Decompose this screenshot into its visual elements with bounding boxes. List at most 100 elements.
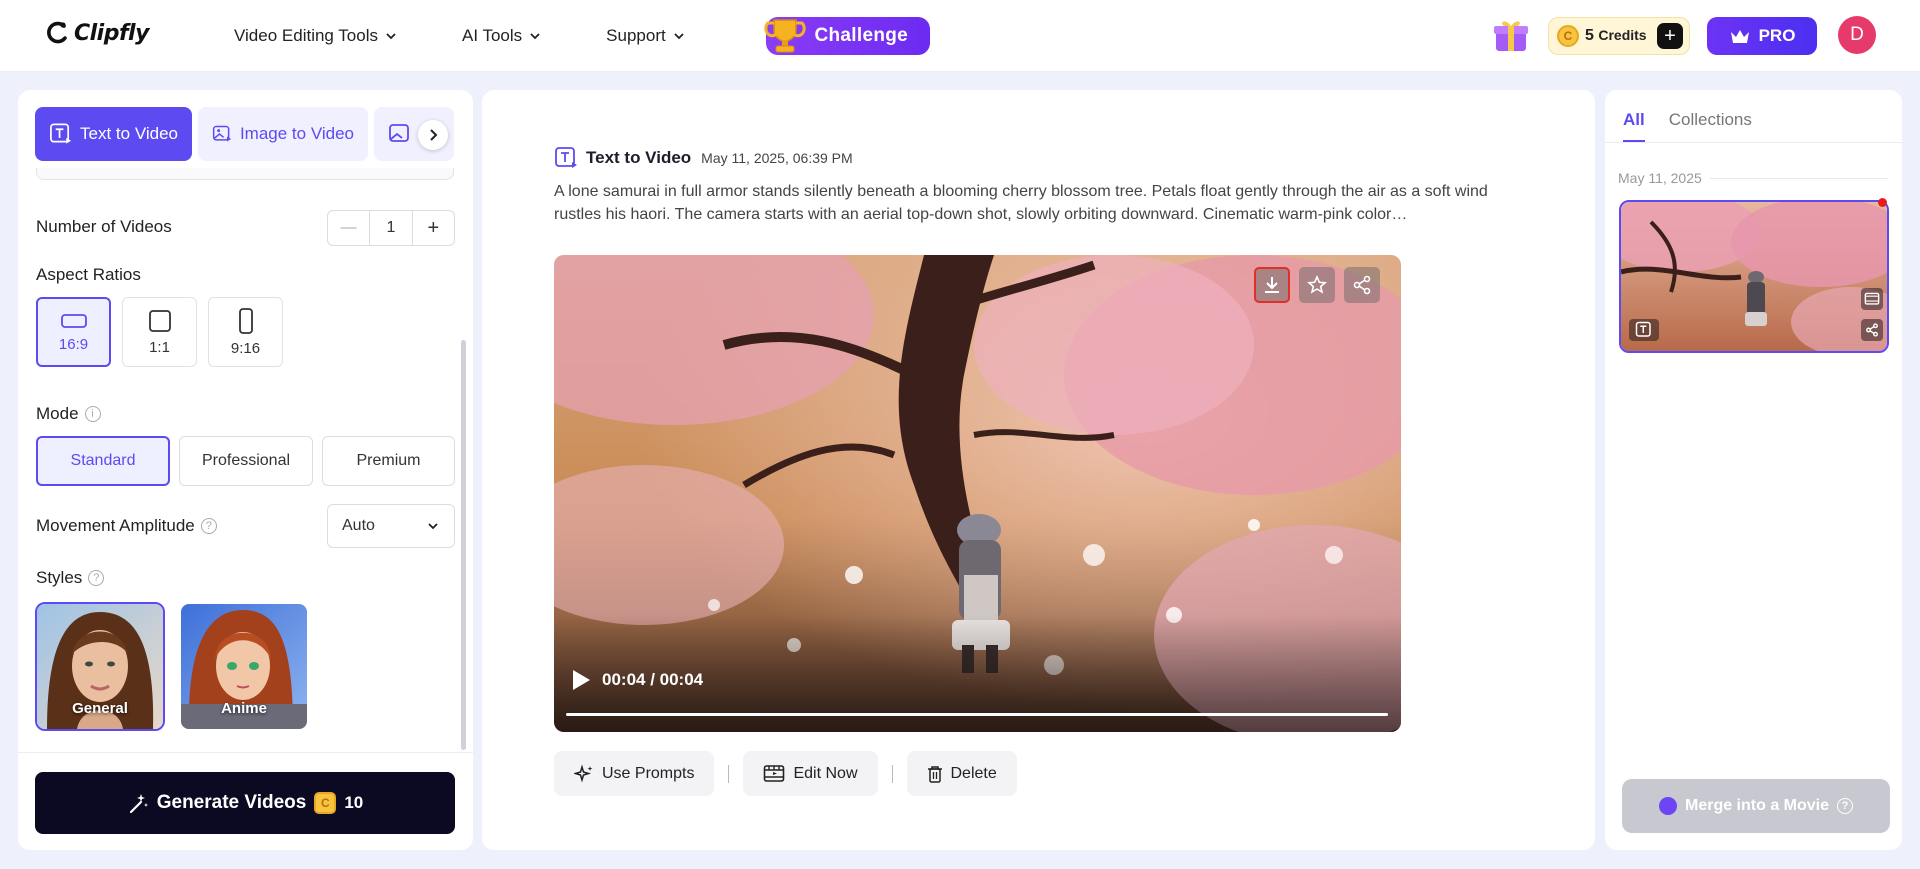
nav-label: Support (606, 26, 666, 45)
ratio-1-1[interactable]: 1:1 (122, 297, 197, 367)
delete-button[interactable]: Delete (906, 751, 1017, 796)
mode-professional[interactable]: Professional (179, 436, 313, 486)
chevron-down-icon (530, 33, 540, 40)
entry-type: Text to Video (586, 148, 692, 167)
divider (891, 764, 893, 783)
logo-text: Clipfly (74, 20, 149, 46)
tab-collections[interactable]: Collections (1669, 110, 1752, 143)
share-icon (1866, 323, 1878, 337)
avatar[interactable]: D (1838, 16, 1876, 54)
nav-ai-tools[interactable]: AI Tools (462, 26, 542, 46)
divider (728, 764, 730, 783)
action-label: Use Prompts (602, 764, 695, 782)
gift-icon[interactable] (1492, 16, 1530, 54)
history-thumbnail[interactable] (1619, 200, 1889, 353)
text-video-icon (555, 147, 577, 168)
generate-videos-button[interactable]: Generate Videos C 10 (35, 772, 455, 834)
chevron-right-icon (430, 129, 438, 141)
challenge-button[interactable]: Challenge (764, 17, 930, 55)
image-video-icon (389, 124, 409, 142)
merge-label: Merge into a Movie (1684, 797, 1830, 814)
ratio-9-16[interactable]: 9:16 (208, 297, 283, 367)
thumbnail-image (1621, 202, 1887, 351)
info-icon[interactable]: i (84, 406, 101, 422)
divider (1605, 142, 1902, 143)
text-video-icon (50, 123, 72, 144)
quantity-value[interactable]: 1 (370, 211, 411, 245)
pro-label: PRO (1758, 26, 1796, 45)
video-progress-bar[interactable] (566, 713, 1388, 716)
nav-video-editing-tools[interactable]: Video Editing Tools (234, 26, 398, 46)
share-button[interactable] (1344, 267, 1380, 303)
merge-into-movie-button[interactable]: Merge into a Movie ? (1622, 779, 1890, 833)
video-time: 00:04 / 00:04 (602, 670, 704, 689)
tab-label: Image to Video (239, 124, 354, 143)
nav-support[interactable]: Support (606, 26, 686, 46)
wand-icon (129, 794, 148, 814)
favorite-button[interactable] (1299, 267, 1335, 303)
prompt-box-edge (36, 168, 454, 180)
credits-badge[interactable]: C 5 Credits + (1548, 17, 1690, 55)
share-icon (1353, 275, 1371, 295)
pro-button[interactable]: PRO (1707, 17, 1817, 55)
chevron-down-icon (386, 33, 396, 40)
style-label: Anime (221, 700, 267, 717)
quantity-stepper: — 1 + (327, 210, 455, 246)
mode-label: Mode i (36, 404, 101, 424)
tab-image-to-video[interactable]: Image to Video (198, 107, 368, 161)
download-button[interactable] (1254, 267, 1290, 303)
thumbnail-type-badge (1629, 319, 1659, 341)
coin-icon: C (1557, 25, 1579, 47)
ratio-label: 16:9 (58, 335, 89, 353)
decrement-button[interactable]: — (328, 211, 371, 245)
generation-settings-panel: Text to Video Image to Video Number of V… (18, 90, 473, 850)
scrollbar[interactable] (461, 340, 466, 750)
thumbnail-edit-button[interactable] (1861, 288, 1883, 310)
entry-header: Text to Video May 11, 2025, 06:39 PM (554, 146, 853, 170)
credits-text: 5 Credits (1585, 27, 1647, 45)
logo[interactable]: Clipfly (44, 20, 149, 46)
sparkle-icon (574, 763, 593, 783)
entry-date: May 11, 2025, 06:39 PM (701, 150, 853, 166)
trash-icon (927, 765, 942, 783)
style-label: General (72, 700, 128, 717)
tab-all[interactable]: All (1623, 110, 1645, 143)
help-icon[interactable]: ? (1837, 798, 1854, 814)
help-icon[interactable]: ? (200, 518, 217, 534)
chevron-down-icon (428, 523, 438, 530)
edit-now-button[interactable]: Edit Now (743, 751, 878, 796)
video-frame (554, 255, 1401, 732)
mode-tabs: Text to Video Image to Video (35, 107, 455, 161)
tab-label: Text to Video (80, 124, 178, 143)
portrait-icon (238, 307, 253, 334)
tab-text-to-video[interactable]: Text to Video (35, 107, 192, 161)
style-anime[interactable]: Anime (181, 604, 307, 729)
square-icon (148, 309, 171, 332)
select-value: Auto (342, 517, 375, 534)
mode-standard[interactable]: Standard (36, 436, 170, 486)
result-actions: Use Prompts Edit Now Delete (554, 751, 1017, 796)
mode-premium[interactable]: Premium (322, 436, 455, 486)
help-icon[interactable]: ? (88, 570, 105, 586)
add-credits-button[interactable]: + (1657, 23, 1683, 49)
styles-label-text: Styles (36, 568, 83, 587)
ratio-16-9[interactable]: 16:9 (36, 297, 111, 367)
tabs-next-button[interactable] (418, 120, 448, 150)
video-player[interactable]: 00:04 / 00:04 (554, 255, 1401, 732)
star-icon (1307, 275, 1327, 294)
movement-amplitude-select[interactable]: Auto (327, 504, 455, 548)
generate-cost: 10 (344, 793, 364, 812)
action-label: Edit Now (793, 764, 858, 782)
increment-button[interactable]: + (411, 211, 454, 245)
style-general[interactable]: General (35, 602, 165, 731)
download-icon (1265, 277, 1279, 293)
merge-icon (1658, 797, 1677, 815)
chevron-down-icon (674, 33, 684, 40)
video-controls: 00:04 / 00:04 (570, 668, 703, 692)
play-icon[interactable] (570, 668, 592, 692)
use-prompts-button[interactable]: Use Prompts (554, 751, 715, 796)
thumbnail-share-button[interactable] (1861, 319, 1883, 341)
landscape-icon (60, 313, 87, 328)
styles-label: Styles ? (36, 568, 105, 588)
date-group-text: May 11, 2025 (1618, 170, 1702, 186)
